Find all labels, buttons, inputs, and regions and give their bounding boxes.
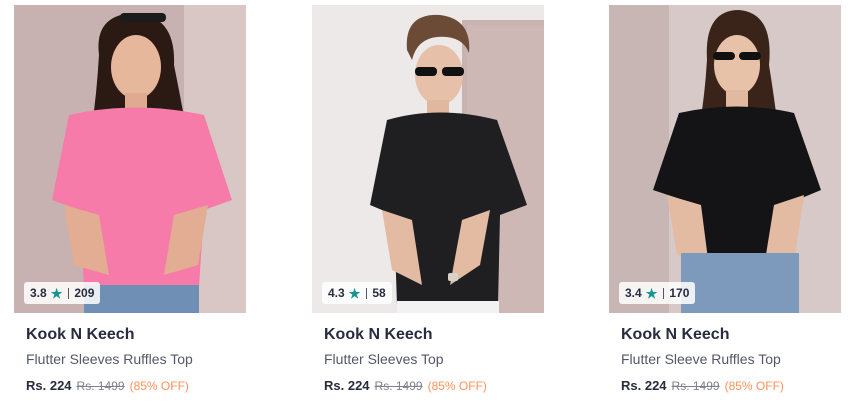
rating-count: 209 — [74, 286, 95, 300]
product-image[interactable]: 3.8 ★ 209 — [14, 5, 246, 313]
model-photo — [609, 5, 841, 313]
product-title: Flutter Sleeve Ruffles Top — [621, 351, 781, 367]
rating-value: 4.3 — [328, 286, 345, 300]
rating-badge: 3.4 ★ 170 — [619, 282, 696, 304]
rating-divider — [68, 287, 70, 299]
product-mrp: Rs. 1499 — [671, 379, 720, 393]
product-price: Rs. 224 — [324, 378, 370, 393]
rating-badge: 3.8 ★ 209 — [24, 282, 101, 304]
star-icon: ★ — [645, 285, 658, 301]
product-image[interactable]: 4.3 ★ 58 — [312, 5, 544, 313]
product-card[interactable]: 4.3 ★ 58 Kook N Keech Flutter Sleeves To… — [312, 5, 544, 405]
product-card[interactable]: 3.8 ★ 209 Kook N Keech Flutter Sleeves R… — [14, 5, 246, 405]
product-image[interactable]: 3.4 ★ 170 — [609, 5, 841, 313]
product-brand: Kook N Keech — [26, 326, 135, 343]
product-price: Rs. 224 — [26, 378, 72, 393]
product-price: Rs. 224 — [621, 378, 667, 393]
model-photo — [14, 5, 246, 313]
product-discount: (85% OFF) — [129, 379, 189, 393]
rating-count: 170 — [669, 286, 690, 300]
product-card[interactable]: 3.4 ★ 170 Kook N Keech Flutter Sleeve Ru… — [609, 5, 841, 405]
product-price-row: Rs. 224 Rs. 1499 (85% OFF) — [621, 378, 784, 393]
product-price-row: Rs. 224 Rs. 1499 (85% OFF) — [26, 378, 189, 393]
product-price-row: Rs. 224 Rs. 1499 (85% OFF) — [324, 378, 487, 393]
product-brand: Kook N Keech — [621, 326, 730, 343]
product-mrp: Rs. 1499 — [76, 379, 125, 393]
rating-count: 58 — [372, 286, 386, 300]
star-icon: ★ — [348, 285, 361, 301]
product-discount: (85% OFF) — [724, 379, 784, 393]
product-grid: 3.8 ★ 209 Kook N Keech Flutter Sleeves R… — [0, 0, 853, 419]
rating-divider — [663, 287, 665, 299]
rating-badge: 4.3 ★ 58 — [322, 282, 392, 304]
product-title: Flutter Sleeves Top — [324, 351, 444, 367]
star-icon: ★ — [50, 285, 63, 301]
product-mrp: Rs. 1499 — [374, 379, 423, 393]
product-discount: (85% OFF) — [427, 379, 487, 393]
rating-value: 3.4 — [625, 286, 642, 300]
product-brand: Kook N Keech — [324, 326, 433, 343]
model-photo — [312, 5, 544, 313]
rating-divider — [366, 287, 368, 299]
product-title: Flutter Sleeves Ruffles Top — [26, 351, 193, 367]
rating-value: 3.8 — [30, 286, 47, 300]
